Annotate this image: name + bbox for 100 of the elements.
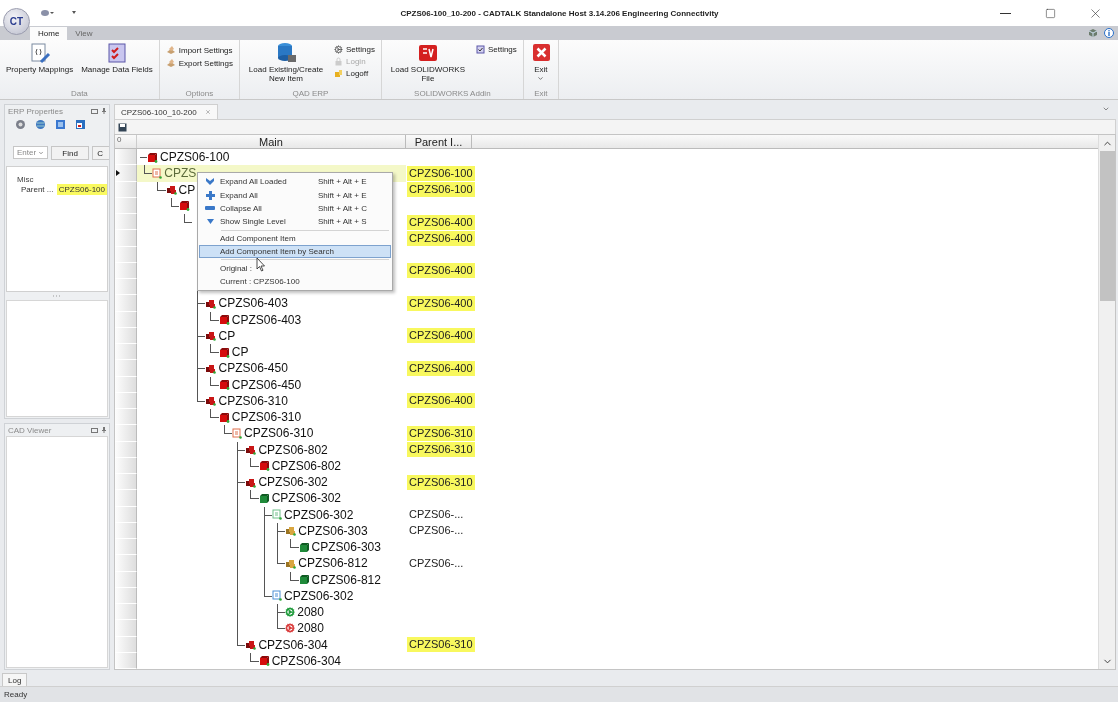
solidworks-icon: [416, 42, 439, 64]
database-icon: [275, 42, 297, 64]
lock-icon: [334, 57, 343, 66]
tree-node[interactable]: CPZS06-310: [231, 410, 302, 425]
ribbon-button[interactable]: Exit: [527, 42, 554, 82]
dropdown-icon[interactable]: [72, 11, 76, 15]
assembly-icon: [205, 297, 217, 309]
tree-node[interactable]: CP: [178, 182, 196, 197]
tree-node[interactable]: CPZS06-450: [231, 377, 302, 392]
window-icon[interactable]: [75, 119, 86, 130]
tree-node[interactable]: CPZS06-302: [283, 588, 354, 603]
document-tab[interactable]: CPZS06-100_10-200: [114, 104, 218, 119]
assembly-icon: [205, 362, 217, 374]
assembly-icon: [245, 444, 257, 456]
tree-node[interactable]: CPZS06-302: [271, 491, 342, 506]
part-cube-icon: [298, 541, 310, 553]
assembly-icon: [245, 476, 257, 488]
tree-node[interactable]: CPZS06-310: [218, 393, 288, 408]
close-icon[interactable]: [204, 109, 211, 115]
ribbon-button[interactable]: Import Settings: [163, 44, 235, 56]
parent-cell: CPZS06-400: [407, 328, 475, 344]
parent-cell: CPZS06-310: [407, 637, 475, 653]
column-marker: 0: [117, 135, 122, 144]
globe-icon[interactable]: [35, 119, 46, 130]
tree-node[interactable]: 2080: [297, 621, 324, 636]
menu-item[interactable]: Show Single Level Shift + Alt + S: [199, 215, 391, 229]
expand-icon: [205, 177, 215, 187]
column-header[interactable]: Main: [137, 135, 406, 148]
filter-dropdown[interactable]: Enter: [13, 146, 49, 159]
ribbon-button[interactable]: Property Mappings: [4, 42, 76, 75]
ribbon-button[interactable]: Logoff: [332, 68, 377, 79]
ribbon-tab[interactable]: Home: [30, 27, 68, 40]
parent-cell-text: CPZS06-...: [408, 523, 465, 539]
tree-node[interactable]: CPZS06-304: [271, 653, 342, 668]
info-icon[interactable]: [1104, 28, 1114, 38]
clear-button[interactable]: C: [92, 146, 109, 160]
parent-cell: CPZS06-400: [407, 360, 475, 376]
part-cube-icon: [258, 460, 270, 472]
menu-item[interactable]: Expand All Loaded Shift + Alt + E: [199, 175, 391, 189]
parent-cell: CPZS06-100: [407, 165, 475, 181]
tree-node[interactable]: CPZS06-403: [231, 312, 302, 327]
float-icon[interactable]: [91, 108, 98, 114]
part-cube-icon: [178, 200, 190, 212]
app-logo[interactable]: CT: [3, 7, 30, 35]
assembly-icon: [205, 395, 217, 407]
cube-icon[interactable]: [1088, 28, 1098, 38]
find-button[interactable]: Find: [51, 146, 90, 160]
property-value: CPZS06-100: [56, 184, 107, 195]
menu-item[interactable]: Add Component Item: [199, 231, 391, 245]
menu-item[interactable]: Expand All Shift + Alt + E: [199, 188, 391, 202]
menu-item[interactable]: Add Component Item by Search: [199, 244, 391, 259]
assembly-icon: [285, 525, 297, 537]
ribbon-tab[interactable]: View: [67, 27, 101, 40]
document-icon: [232, 427, 243, 439]
ribbon-button[interactable]: Settings: [473, 44, 519, 55]
ribbon-button[interactable]: Load Existing/Create New Item: [244, 42, 328, 84]
group-label: QAD ERP: [291, 89, 330, 99]
caret-icon[interactable]: [1102, 105, 1110, 113]
assembly-icon: [165, 184, 177, 196]
pin-icon[interactable]: [102, 108, 106, 114]
tree-node[interactable]: CPZS06-310: [244, 426, 314, 441]
float-icon[interactable]: [91, 427, 98, 433]
tree-node[interactable]: CPZS06-812: [298, 556, 368, 571]
tree-node[interactable]: CPZS06-403: [218, 296, 288, 311]
ribbon-button[interactable]: Settings: [332, 44, 377, 55]
part-cube-icon: [218, 379, 230, 391]
tree-node[interactable]: CPZS06-304: [258, 637, 328, 652]
ribbon-button[interactable]: Export Settings: [163, 57, 235, 69]
ribbon-button[interactable]: Load SOLIDWORKS File: [385, 42, 470, 84]
tree-node[interactable]: CPZS06-303: [298, 523, 368, 538]
document-icon: [271, 509, 282, 521]
tree-node[interactable]: CPZS06-302: [258, 475, 328, 490]
tree-node[interactable]: CP: [231, 345, 249, 360]
group-label: SOLIDWORKS Addin: [413, 89, 492, 99]
scrollbar-thumb[interactable]: [1099, 151, 1115, 301]
tree-node[interactable]: 2080: [297, 605, 324, 620]
tree-node[interactable]: CPZS06-802: [258, 442, 328, 457]
gear-icon[interactable]: [15, 119, 26, 130]
tree-node[interactable]: CPZS: [164, 166, 197, 181]
tree-node[interactable]: CP: [218, 328, 236, 343]
settings-stack-icon: [165, 45, 176, 55]
log-tab[interactable]: Log: [2, 673, 28, 686]
menu-item[interactable]: Collapse All Shift + Alt + C: [199, 201, 391, 216]
group-label: Options: [184, 89, 215, 99]
tree-node[interactable]: CPZS06-812: [311, 572, 381, 587]
row-header[interactable]: [115, 165, 137, 182]
tree-node[interactable]: CPZS06-100: [160, 150, 230, 165]
column-header[interactable]: Parent I...: [406, 135, 472, 148]
parent-cell-text: CPZS06-...: [408, 555, 465, 571]
parent-cell: CPZS06-310: [407, 425, 475, 441]
pin-icon[interactable]: [102, 427, 106, 433]
grid-icon[interactable]: [55, 119, 66, 130]
parent-cell: CPZS06-310: [407, 442, 475, 458]
parent-cell: CPZS06-400: [407, 230, 475, 246]
tree-node[interactable]: CPZS06-302: [283, 507, 354, 522]
tree-node[interactable]: CPZS06-450: [218, 361, 288, 376]
settings-icon: [334, 45, 343, 54]
ribbon-button[interactable]: Manage Data Fields: [79, 42, 155, 75]
tree-node[interactable]: CPZS06-303: [311, 540, 381, 555]
tree-node[interactable]: CPZS06-802: [271, 458, 342, 473]
